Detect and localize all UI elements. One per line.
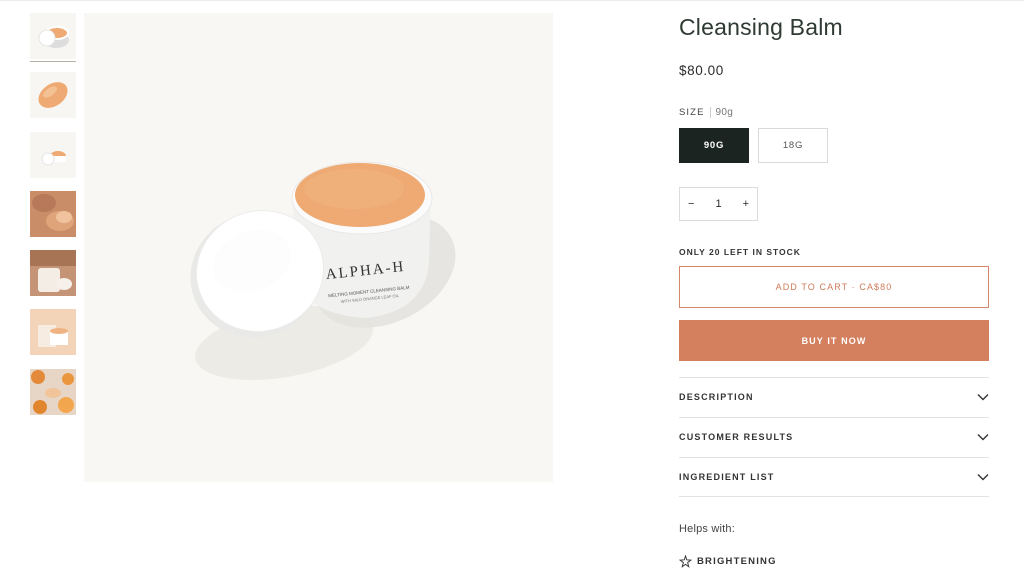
add-to-cart-button[interactable]: ADD TO CART · CA$80 bbox=[679, 266, 989, 308]
size-selector-label: SIZE 90g bbox=[679, 107, 733, 118]
top-divider bbox=[0, 0, 1024, 1]
thumbnail-6[interactable] bbox=[30, 309, 76, 355]
chevron-down-icon bbox=[977, 434, 989, 441]
benefit-brightening: BRIGHTENING bbox=[679, 555, 777, 568]
quantity-decrease-button[interactable]: − bbox=[688, 198, 694, 210]
product-price: $80.00 bbox=[679, 63, 724, 78]
thumbnail-4[interactable] bbox=[30, 191, 76, 237]
main-product-image: ALPHA-H MELTING MOMENT CLEANSING BALM WI… bbox=[84, 13, 553, 482]
accordion-divider bbox=[679, 496, 989, 497]
thumbnail-3[interactable] bbox=[30, 132, 76, 178]
accordion-description[interactable]: DESCRIPTION bbox=[679, 378, 989, 416]
accordion-ingredient-list-label: INGREDIENT LIST bbox=[679, 472, 775, 482]
chevron-down-icon bbox=[977, 394, 989, 401]
size-label-text: SIZE bbox=[679, 107, 705, 119]
quantity-increase-button[interactable]: + bbox=[743, 198, 749, 210]
size-option-18g[interactable]: 18G bbox=[758, 128, 828, 163]
thumbnail-2[interactable] bbox=[30, 72, 76, 118]
thumbnail-7[interactable] bbox=[30, 369, 76, 415]
accordion-customer-results-label: CUSTOMER RESULTS bbox=[679, 432, 794, 442]
thumbnail-5[interactable] bbox=[30, 250, 76, 296]
quantity-value[interactable]: 1 bbox=[715, 198, 721, 210]
sparkle-icon bbox=[679, 555, 692, 568]
accordion-ingredient-list[interactable]: INGREDIENT LIST bbox=[679, 458, 989, 496]
thumbnail-1[interactable] bbox=[30, 13, 76, 59]
active-thumbnail-indicator bbox=[30, 61, 76, 62]
size-label-separator bbox=[709, 107, 711, 118]
stock-status: ONLY 20 LEFT IN STOCK bbox=[679, 247, 801, 257]
selected-size-value: 90g bbox=[715, 107, 734, 119]
accordion-description-label: DESCRIPTION bbox=[679, 392, 754, 402]
size-option-90g[interactable]: 90G bbox=[679, 128, 749, 163]
accordion-customer-results[interactable]: CUSTOMER RESULTS bbox=[679, 418, 989, 456]
chevron-down-icon bbox=[977, 474, 989, 481]
helps-with-heading: Helps with: bbox=[679, 523, 735, 535]
quantity-stepper: − 1 + bbox=[679, 187, 758, 221]
buy-it-now-button[interactable]: BUY IT NOW bbox=[679, 320, 989, 361]
benefit-label: BRIGHTENING bbox=[697, 556, 777, 567]
product-title: Cleansing Balm bbox=[679, 14, 843, 40]
cleansing-balm-jar-illustration: ALPHA-H MELTING MOMENT CLEANSING BALM WI… bbox=[190, 161, 456, 380]
